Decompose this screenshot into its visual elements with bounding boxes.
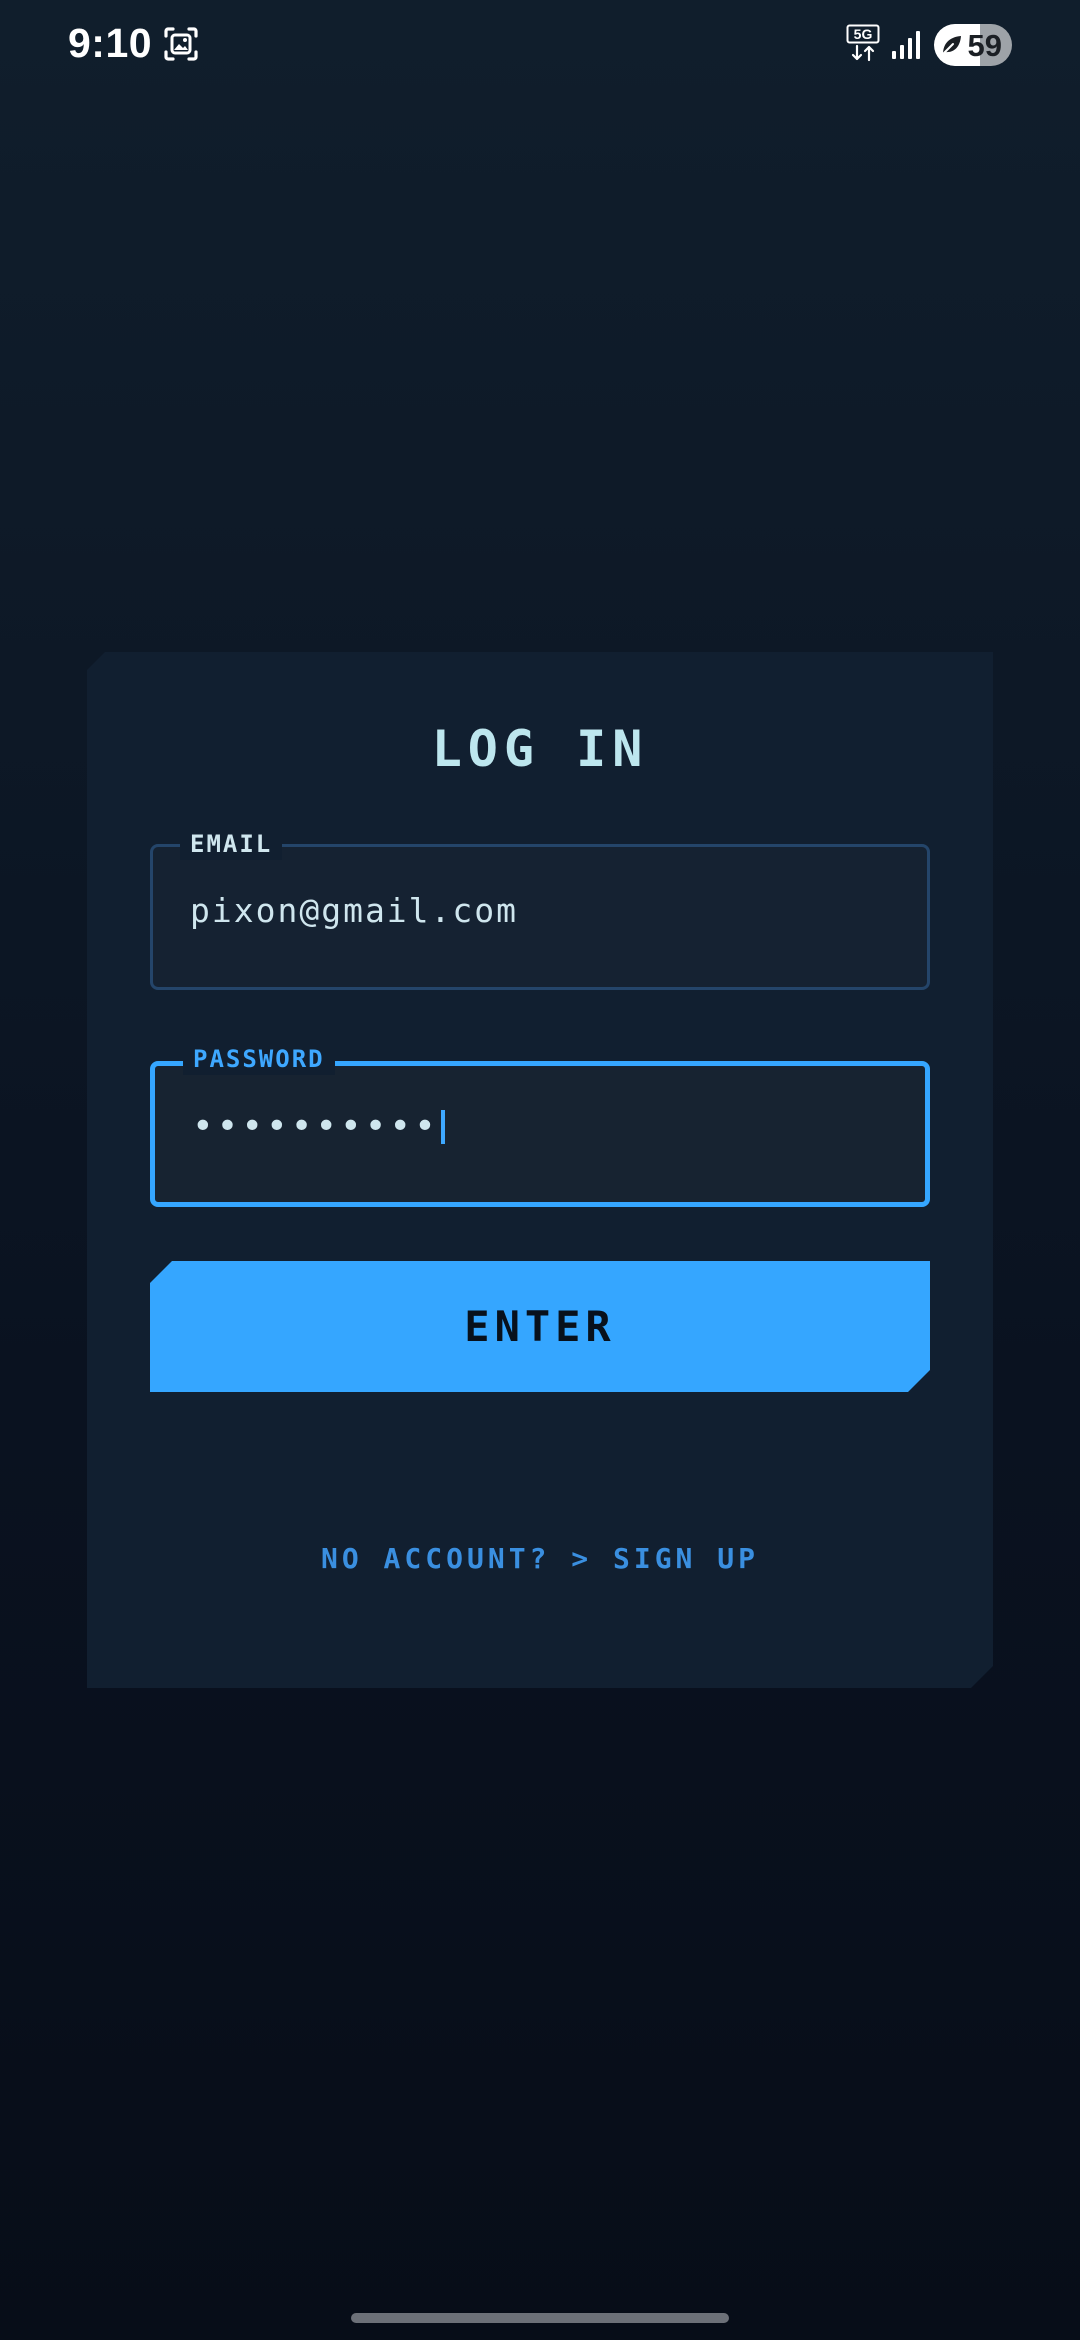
password-field[interactable]: PASSWORD ••••••••••	[150, 1061, 930, 1207]
text-caret	[441, 1110, 445, 1144]
password-masked-value: ••••••••••	[192, 1106, 439, 1147]
svg-text:5G: 5G	[854, 26, 873, 42]
enter-button[interactable]: ENTER	[150, 1261, 930, 1392]
cellular-signal-icon	[892, 31, 920, 59]
5g-data-icon: 5G	[846, 24, 880, 62]
signup-link[interactable]: NO ACCOUNT? > SIGN UP	[87, 1542, 993, 1575]
password-label: PASSWORD	[183, 1043, 335, 1075]
password-input[interactable]: ••••••••••	[192, 1106, 445, 1147]
leaf-power-saver-icon	[942, 36, 961, 55]
login-card: LOG IN EMAIL PASSWORD •••••••••• ENTER N…	[87, 652, 993, 1688]
screenshot-icon	[164, 27, 198, 61]
home-indicator[interactable]	[351, 2313, 729, 2323]
battery-level: 59	[967, 28, 1002, 63]
email-field[interactable]: EMAIL	[150, 844, 930, 990]
email-label: EMAIL	[180, 828, 282, 860]
status-bar: 9:10 5G 59	[0, 0, 1080, 90]
email-input[interactable]	[190, 891, 890, 930]
status-time: 9:10	[68, 20, 153, 66]
page-title: LOG IN	[431, 720, 649, 778]
battery-indicator: 59	[934, 24, 1012, 66]
